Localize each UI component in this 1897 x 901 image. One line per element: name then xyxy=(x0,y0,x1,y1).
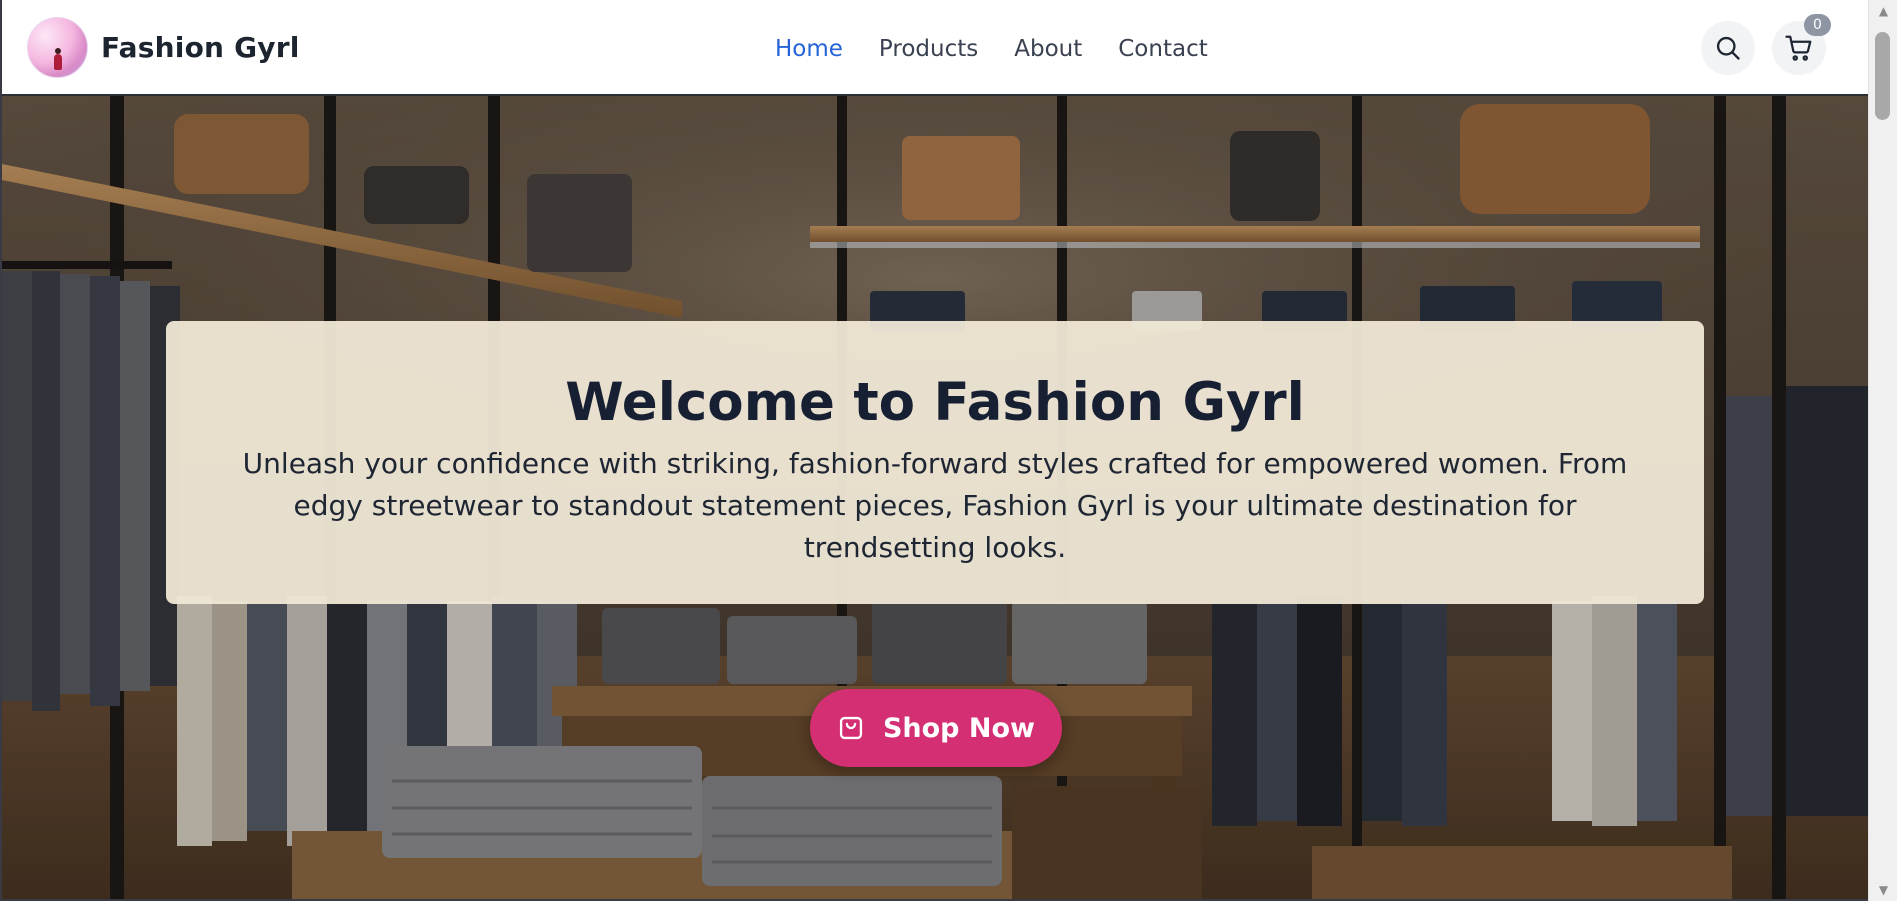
scroll-thumb[interactable] xyxy=(1875,32,1890,120)
search-icon xyxy=(1716,36,1740,60)
cart-icon xyxy=(1785,35,1812,61)
brand-link[interactable]: Fashion Gyrl xyxy=(27,17,300,78)
logo-figure xyxy=(54,54,62,70)
nav-link-contact[interactable]: Contact xyxy=(1118,32,1207,66)
hero-description: Unleash your confidence with striking, f… xyxy=(242,447,1628,564)
cart-count-badge: 0 xyxy=(1804,14,1831,36)
search-button[interactable] xyxy=(1701,21,1755,75)
shop-now-button[interactable]: Shop Now xyxy=(810,689,1062,767)
site-header: Fashion Gyrl Home Products About Contact… xyxy=(2,0,1868,96)
brand-logo-icon xyxy=(27,17,88,78)
shopping-bag-icon xyxy=(837,714,865,742)
cart-button[interactable]: 0 xyxy=(1772,14,1831,75)
nav-link-products[interactable]: Products xyxy=(879,32,978,66)
brand-name: Fashion Gyrl xyxy=(101,31,300,64)
nav-link-home[interactable]: Home xyxy=(775,32,843,66)
nav-link-about[interactable]: About xyxy=(1014,32,1082,66)
shop-now-label: Shop Now xyxy=(882,712,1036,744)
hero-title: Welcome to Fashion Gyrl xyxy=(565,372,1305,433)
hero-section: Welcome to Fashion Gyrl Unleash your con… xyxy=(2,96,1868,899)
vertical-scrollbar[interactable]: ▲ ▼ xyxy=(1868,0,1897,901)
welcome-card: Welcome to Fashion Gyrl Unleash your con… xyxy=(166,321,1704,604)
scroll-down-arrow-icon[interactable]: ▼ xyxy=(1869,879,1897,901)
scroll-up-arrow-icon[interactable]: ▲ xyxy=(1869,0,1897,22)
browser-viewport: Fashion Gyrl Home Products About Contact… xyxy=(0,0,1868,901)
main-nav: Home Products About Contact xyxy=(775,32,1244,66)
